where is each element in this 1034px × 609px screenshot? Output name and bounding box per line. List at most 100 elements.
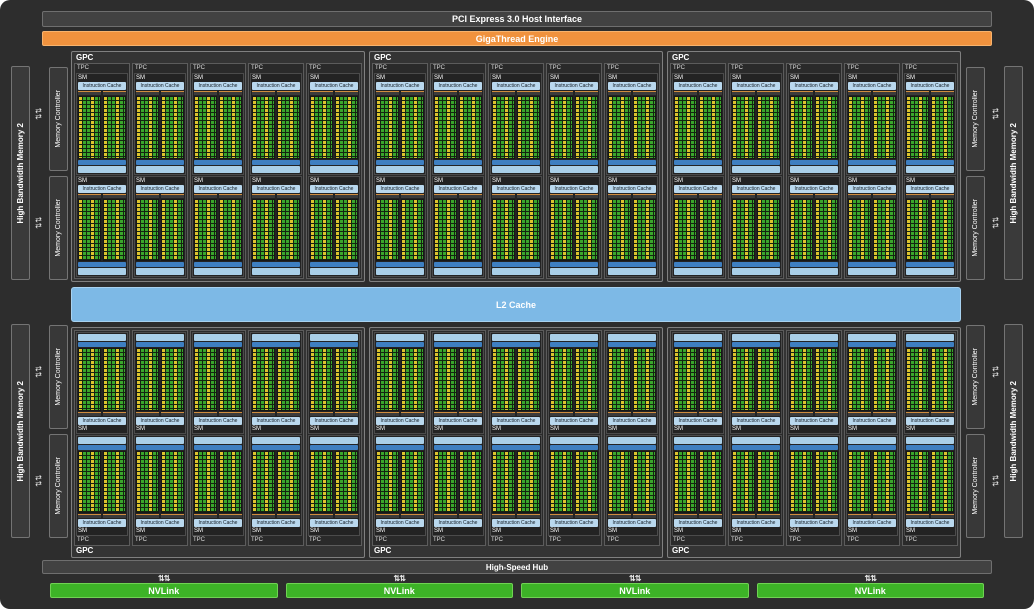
texture-cache-bar	[732, 166, 780, 173]
texture-cache-bar	[310, 437, 358, 444]
scheduler-segment	[873, 412, 896, 416]
sm-label: SM	[732, 178, 780, 184]
core-grid	[459, 199, 482, 262]
core-grid	[815, 348, 838, 411]
sm-label: SM	[376, 528, 424, 534]
tpc-block: TPCSMInstruction CacheSMInstruction Cach…	[902, 330, 958, 546]
tpc-label: TPC	[606, 65, 658, 72]
instruction-cache-bar: Instruction Cache	[608, 417, 656, 425]
texture-cache-bar	[252, 334, 300, 341]
scheduler-segment	[732, 514, 755, 518]
scheduler-segment	[459, 412, 482, 416]
core-grid	[575, 348, 598, 411]
tpc-block: TPCSMInstruction CacheSMInstruction Cach…	[786, 330, 842, 546]
core-grid	[136, 96, 159, 159]
ldst-bar	[194, 445, 242, 450]
scheduler-segment	[492, 412, 515, 416]
scheduler-segment	[194, 514, 217, 518]
core-grid	[401, 96, 424, 159]
core-area	[194, 96, 242, 159]
scheduler-segment	[699, 514, 722, 518]
instruction-cache-bar: Instruction Cache	[78, 185, 126, 193]
ldst-bar	[376, 160, 424, 165]
sm-block: SMInstruction Cache	[548, 332, 600, 434]
instruction-cache-bar: Instruction Cache	[608, 519, 656, 527]
instruction-cache-bar: Instruction Cache	[376, 185, 424, 193]
gpc-label: GPC	[74, 546, 362, 556]
sm-block: SMInstruction Cache	[846, 176, 898, 278]
scheduler-segment	[674, 514, 697, 518]
scheduler-segment	[78, 412, 101, 416]
scheduler-segment	[335, 194, 358, 198]
tpc-label: TPC	[308, 537, 360, 544]
instruction-cache-bar: Instruction Cache	[732, 519, 780, 527]
core-grid	[575, 451, 598, 514]
scheduler-row	[674, 412, 722, 416]
scheduler-segment	[376, 514, 399, 518]
sm-block: SMInstruction Cache	[788, 332, 840, 434]
core-grid	[550, 96, 573, 159]
tpc-row: TPC SMInstruction Cache SMInstruction Cach…	[372, 63, 660, 279]
nvlink-label: NVLink	[384, 586, 415, 596]
core-area	[434, 96, 482, 159]
scheduler-segment	[732, 194, 755, 198]
texture-cache-bar	[674, 166, 722, 173]
core-grid	[401, 451, 424, 514]
sm-label: SM	[790, 178, 838, 184]
ldst-bar	[252, 160, 300, 165]
core-grid	[136, 348, 159, 411]
scheduler-row	[906, 194, 954, 198]
sm-block: SMInstruction Cache	[490, 176, 542, 278]
ldst-bar	[434, 262, 482, 267]
core-area	[310, 348, 358, 411]
sm-label: SM	[434, 426, 482, 432]
gpc-label: GPC	[670, 546, 958, 556]
ldst-bar	[790, 160, 838, 165]
nvlink-bar: ⇅⇅NVLink	[757, 583, 985, 598]
scheduler-row	[434, 412, 482, 416]
sm-label: SM	[608, 528, 656, 534]
scheduler-row	[310, 514, 358, 518]
core-grid	[699, 348, 722, 411]
sm-label: SM	[376, 178, 424, 184]
sm-block: SMInstruction Cache	[250, 332, 302, 434]
tpc-block: TPCSMInstruction CacheSMInstruction Cach…	[546, 63, 602, 279]
scheduler-segment	[252, 194, 275, 198]
scheduler-segment	[873, 514, 896, 518]
scheduler-row	[674, 91, 722, 95]
ldst-bar	[376, 342, 424, 347]
scheduler-row	[732, 194, 780, 198]
sm-block: SMInstruction Cache	[490, 332, 542, 434]
tpc-label: TPC	[606, 537, 658, 544]
tpc-label: TPC	[76, 537, 128, 544]
hbm-mc-transfer-arrows-icon: ⇄ ⇄	[986, 366, 1005, 378]
scheduler-segment	[161, 91, 184, 95]
core-grid	[517, 348, 540, 411]
scheduler-row	[492, 412, 540, 416]
scheduler-segment	[873, 194, 896, 198]
instruction-cache-bar: Instruction Cache	[434, 417, 482, 425]
hbm-stack-right-top: High Bandwidth Memory 2	[1004, 66, 1023, 280]
sm-label: SM	[252, 178, 300, 184]
core-grid	[78, 96, 101, 159]
memory-controller-left-1: Memory Controller	[49, 67, 68, 171]
instruction-cache-bar: Instruction Cache	[674, 185, 722, 193]
scheduler-segment	[674, 194, 697, 198]
gpc-block: GPCTPCSMInstruction CacheSMInstruction C…	[369, 327, 663, 558]
core-grid	[848, 199, 871, 262]
ldst-bar	[550, 262, 598, 267]
core-grid	[848, 451, 871, 514]
sm-label: SM	[906, 178, 954, 184]
scheduler-row	[848, 194, 896, 198]
instruction-cache-bar: Instruction Cache	[136, 82, 184, 90]
memory-controller-left-3: Memory Controller	[49, 325, 68, 429]
core-grid	[310, 348, 333, 411]
hbm-label: High Bandwidth Memory 2	[1009, 381, 1018, 481]
sm-block: SMInstruction Cache	[788, 176, 840, 278]
core-area	[674, 96, 722, 159]
instruction-cache-bar: Instruction Cache	[136, 185, 184, 193]
core-area	[194, 451, 242, 514]
core-grid	[78, 199, 101, 262]
memory-controller-label: Memory Controller	[55, 90, 62, 148]
instruction-cache-bar: Instruction Cache	[732, 82, 780, 90]
